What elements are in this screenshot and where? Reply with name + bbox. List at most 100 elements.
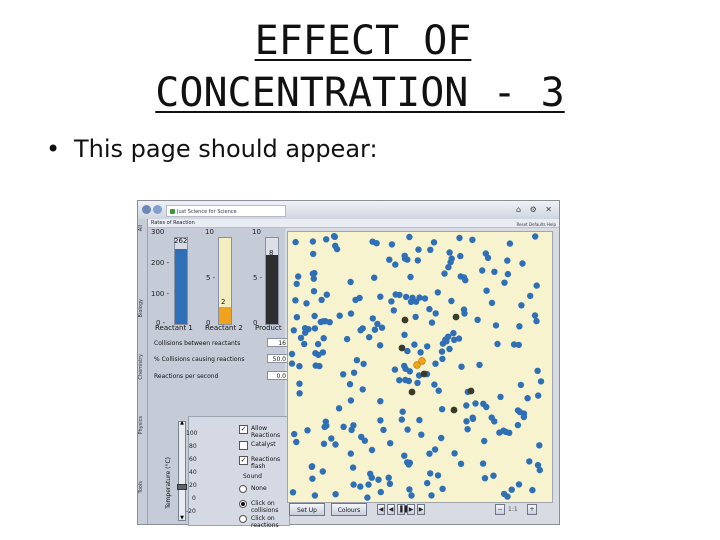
reactant1-particle bbox=[312, 350, 319, 357]
reactant1-particle bbox=[520, 413, 528, 421]
reactant1-particle bbox=[527, 292, 534, 300]
reactant1-particle bbox=[347, 310, 355, 317]
reactant1-particle bbox=[396, 291, 403, 299]
sound-reactions-radio[interactable] bbox=[239, 515, 247, 523]
pause-icon[interactable]: ▐▐ bbox=[397, 504, 407, 515]
zoom-level: 1:1 bbox=[508, 506, 518, 513]
back-icon[interactable] bbox=[142, 205, 151, 214]
reactant1-particle bbox=[426, 305, 433, 313]
reactant1-particle bbox=[371, 274, 378, 281]
reactant1-particle bbox=[435, 387, 442, 394]
reactant1-particle bbox=[416, 416, 423, 424]
side-tab-tools[interactable]: Tools bbox=[138, 481, 147, 493]
reactant1-particle bbox=[514, 421, 522, 429]
slide-title-line2: CONCENTRATION - 3 bbox=[155, 70, 565, 116]
reactant1-particle bbox=[406, 368, 413, 375]
sound-none-option[interactable]: None bbox=[239, 485, 267, 493]
reactions-flash-option[interactable]: ✓ Reactions flash bbox=[239, 456, 289, 470]
reactant1-particle bbox=[426, 450, 433, 457]
side-tab-chemistry[interactable]: Chemistry bbox=[138, 354, 147, 380]
colours-button[interactable]: Colours bbox=[331, 503, 367, 516]
reactant1-bar bbox=[174, 237, 188, 325]
sound-none-label: None bbox=[251, 485, 267, 492]
reactant1-particle bbox=[314, 340, 322, 348]
reactant1-particle bbox=[431, 446, 439, 453]
temp-tick-20: 20 bbox=[189, 482, 197, 489]
reactant1-particle bbox=[401, 331, 408, 338]
reactant1-particle bbox=[332, 441, 339, 448]
catalyst-label: Catalyst bbox=[251, 441, 276, 448]
reactant1-particle bbox=[500, 490, 508, 498]
bullet-dot: • bbox=[46, 135, 61, 163]
browser-tab[interactable]: Just Science for Science bbox=[166, 205, 286, 217]
reactant1-particle bbox=[414, 257, 421, 264]
side-tab-physics[interactable]: Physics bbox=[138, 416, 147, 435]
product-particle bbox=[450, 406, 458, 414]
catalyst-checkbox[interactable] bbox=[239, 441, 248, 450]
reactant2-bar bbox=[218, 237, 232, 325]
reactant2-value: 2 bbox=[221, 298, 226, 306]
reactant1-particle bbox=[445, 333, 452, 340]
allow-reactions-checkbox[interactable]: ✓ bbox=[239, 425, 248, 434]
reactant1-particle bbox=[434, 289, 441, 296]
reactant1-particle bbox=[376, 342, 384, 349]
reactant1-particle bbox=[469, 236, 476, 243]
allow-reactions-option[interactable]: ✓ Allow Reactions bbox=[239, 425, 289, 439]
temperature-slider-thumb[interactable] bbox=[177, 484, 187, 490]
side-tab-all[interactable]: All bbox=[138, 225, 147, 231]
reactant1-particle bbox=[340, 371, 347, 378]
side-tab-biology[interactable]: Biology bbox=[138, 299, 147, 317]
reactant1-particle bbox=[297, 334, 305, 342]
reactant1-particle bbox=[430, 239, 438, 246]
slider-up-icon[interactable]: ▲ bbox=[179, 421, 185, 426]
bullet-text: This page should appear: bbox=[74, 135, 378, 163]
sound-reactions-option[interactable]: Click on reactions bbox=[239, 515, 289, 529]
reactant1-particle bbox=[408, 492, 415, 499]
step-back-icon[interactable]: ◀ bbox=[387, 504, 395, 515]
reactant1-particle bbox=[484, 254, 492, 262]
simulation-area[interactable] bbox=[287, 231, 553, 503]
reactions-flash-label: Reactions flash bbox=[251, 456, 281, 470]
forward-icon[interactable] bbox=[153, 205, 162, 214]
reactions-flash-checkbox[interactable]: ✓ bbox=[239, 456, 248, 465]
reactant1-particle bbox=[463, 418, 470, 425]
reactant1-particle bbox=[350, 369, 358, 376]
zoom-in-icon[interactable]: + bbox=[527, 504, 537, 515]
reactant1-particle bbox=[336, 312, 343, 319]
allow-reactions-label: Allow Reactions bbox=[251, 425, 281, 439]
reactant1-particle bbox=[350, 422, 357, 429]
reactant1-particle bbox=[464, 426, 471, 433]
temperature-slider[interactable]: ▲ ▼ bbox=[178, 421, 186, 521]
setup-button[interactable]: Set Up bbox=[289, 503, 325, 516]
slide-title-line1: EFFECT OF bbox=[254, 18, 472, 64]
sound-collisions-radio[interactable] bbox=[239, 500, 247, 508]
slider-down-icon[interactable]: ▼ bbox=[179, 516, 185, 521]
reactant1-particle bbox=[292, 238, 299, 246]
reactant1-particle bbox=[380, 426, 387, 434]
sound-collisions-option[interactable]: Click on collisions bbox=[239, 500, 289, 514]
reactant1-particle bbox=[469, 414, 476, 421]
temperature-axis-label: Temperature (°C) bbox=[165, 457, 172, 509]
browser-window-controls[interactable]: ⌂ ⚙ ✕ bbox=[516, 205, 555, 214]
reactant1-particle bbox=[537, 378, 545, 385]
reactant1-particle bbox=[421, 295, 429, 302]
reactant1-particle bbox=[289, 489, 297, 496]
zoom-out-icon[interactable]: − bbox=[495, 504, 505, 515]
app-title-bar: Rates of Reaction Reset Defaults Help bbox=[148, 219, 559, 228]
reactant1-particle bbox=[479, 267, 486, 274]
sound-none-radio[interactable] bbox=[239, 485, 247, 493]
rewind-icon[interactable]: ◀ bbox=[377, 504, 385, 515]
reactant1-particle bbox=[293, 280, 300, 288]
product-particle bbox=[467, 387, 475, 395]
play-icon[interactable]: ▶ bbox=[407, 504, 415, 515]
controls-box: Temperature (°C) ▲ ▼ 100 80 60 40 20 0 -… bbox=[165, 416, 290, 529]
reactant1-particle bbox=[516, 323, 523, 330]
app-title: Rates of Reaction bbox=[151, 220, 195, 226]
product-particle bbox=[452, 313, 460, 321]
reactant1-label: Reactant 1 bbox=[155, 324, 193, 332]
reactant1-particle bbox=[359, 325, 366, 332]
fast-forward-icon[interactable]: ▶ bbox=[417, 504, 425, 515]
reactant1-particle bbox=[349, 464, 357, 471]
catalyst-option[interactable]: Catalyst bbox=[239, 441, 276, 450]
app-buttons[interactable]: Reset Defaults Help bbox=[516, 220, 556, 229]
